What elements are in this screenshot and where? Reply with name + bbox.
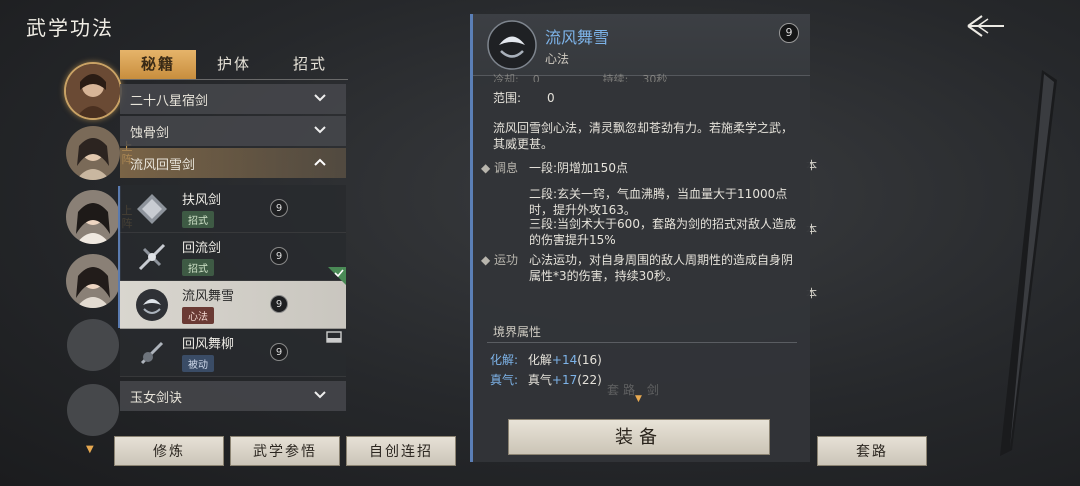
attr-total: (16): [577, 353, 602, 367]
skill-item-1[interactable]: 扶风剑 招式 9: [120, 185, 346, 233]
avatar-character-2[interactable]: [66, 126, 120, 180]
detail-scroll-down-icon[interactable]: ▼: [635, 394, 642, 404]
chevron-down-icon: [314, 94, 326, 102]
snow-wind-skill-icon: [134, 287, 170, 323]
category-label: 玉女剑诀: [130, 390, 183, 406]
breath-stage-3: 三段:当剑术大于600，套路为剑的招式对敌人造成的伤害提升15%: [529, 217, 796, 247]
avatar-slot-empty-1[interactable]: [67, 319, 119, 371]
page-title: 武学功法: [26, 16, 114, 40]
detail-skill-name: 流风舞雪: [545, 28, 610, 47]
breath-stage-1: 一段:阴增加150点: [529, 161, 628, 175]
attr-label: 化解: [527, 353, 552, 367]
skill-type-badge: 招式: [182, 259, 214, 276]
skill-type-badge: 心法: [182, 307, 214, 324]
category-row-2[interactable]: 蚀骨剑: [120, 116, 346, 146]
attr-row-2: 真气: 真气+17(22): [490, 372, 602, 388]
willow-wind-skill-icon: [134, 335, 170, 371]
back-button[interactable]: [964, 12, 1008, 40]
category-row-4[interactable]: 玉女剑诀: [120, 381, 346, 411]
category-label: 蚀骨剑: [130, 125, 170, 141]
train-button[interactable]: 修炼: [114, 436, 224, 466]
skill-type-badge: 被动: [182, 355, 214, 372]
skill-name: 流风舞雪: [182, 289, 235, 304]
detail-range-value: 0: [547, 91, 555, 105]
realm-divider: [487, 342, 797, 343]
category-label: 流风回雪剑: [130, 157, 196, 173]
skill-level-badge: 9: [270, 343, 288, 361]
back-arrow-icon: [967, 15, 1004, 37]
detail-cut-row: 冷却: 0 持续: 30秒: [493, 73, 668, 82]
circulate-section-label: ◆ 运功: [481, 253, 519, 267]
sword-skill-icon: [134, 191, 170, 227]
detail-header: 流风舞雪 心法 9: [473, 14, 810, 76]
avatar-character-3[interactable]: [66, 190, 120, 244]
detail-description: 流风回雪剑心法，清灵飘忽却苍劲有力。若施柔学之武，其威更甚。: [493, 121, 794, 151]
attr-row-1: 化解: 化解+14(16): [490, 352, 602, 368]
avatar-character-1[interactable]: [66, 64, 120, 118]
attr-plus: +17: [551, 373, 578, 387]
chevron-down-icon: [314, 126, 326, 134]
category-label: 二十八星宿剑: [130, 93, 209, 109]
detail-range-label: 范围:: [493, 91, 522, 105]
attr-key: 化解:: [490, 353, 519, 367]
skill-name: 扶风剑: [182, 193, 222, 208]
category-row-3[interactable]: 流风回雪剑: [120, 148, 346, 178]
sword-decoration-icon: [1000, 70, 1057, 456]
skill-item-4[interactable]: 回风舞柳 被动 9: [120, 329, 346, 377]
skill-level-badge: 9: [270, 247, 288, 265]
category-row-1[interactable]: 二十八星宿剑: [120, 84, 346, 114]
skill-level-badge: 9: [270, 295, 288, 313]
chevron-up-icon: [314, 158, 326, 166]
comprehend-button[interactable]: 武学参悟: [230, 436, 340, 466]
custom-combo-button[interactable]: 自创连招: [346, 436, 456, 466]
equipped-check-icon: [328, 267, 346, 285]
detail-skill-icon: [487, 20, 537, 70]
attr-total: (22): [577, 373, 602, 387]
circulate-label: 运功: [494, 253, 519, 267]
detail-skill-type: 心法: [545, 52, 570, 66]
tab-moves[interactable]: 招式: [272, 50, 348, 79]
sword-skill-icon: [134, 239, 170, 275]
detail-level-badge: 9: [779, 23, 799, 43]
avatar-slot-empty-2[interactable]: [67, 384, 119, 436]
skill-level-badge: 9: [270, 199, 288, 217]
skill-name: 回风舞柳: [182, 337, 235, 352]
skill-type-badge: 招式: [182, 211, 214, 228]
tab-bar: 秘籍 护体 招式: [120, 50, 348, 80]
attr-label: 真气: [527, 373, 552, 387]
attr-key: 真气:: [490, 373, 519, 387]
avatar-character-4[interactable]: [66, 254, 120, 308]
skill-item-2[interactable]: 回流剑 招式 9: [120, 233, 346, 281]
chevron-down-icon: [314, 391, 326, 399]
scroll-down-icon[interactable]: ▼: [86, 444, 94, 455]
circulate-text: 心法运功，对自身周围的敌人周期性的造成自身阴属性*3的伤害，持续30秒。: [529, 253, 794, 283]
bookmark-icon: [326, 331, 342, 343]
skill-item-3-selected[interactable]: 流风舞雪 心法 9: [120, 267, 346, 329]
breath-stage-2: 二段:玄关一窍，气血沸腾，当血量大于11000点时，提升外攻163。: [529, 187, 788, 217]
set-button[interactable]: 套路: [817, 436, 927, 466]
tab-body-guard[interactable]: 护体: [196, 50, 272, 79]
breath-section-label: ◆ 调息: [481, 161, 519, 175]
attr-plus: +14: [551, 353, 578, 367]
tab-secret-books[interactable]: 秘籍: [120, 50, 196, 79]
breath-label: 调息: [494, 161, 519, 175]
equip-button[interactable]: 装备: [508, 419, 770, 455]
skill-detail-panel: 流风舞雪 心法 9 冷却: 0 持续: 30秒 范围: 0 流风回雪剑心法，清灵…: [470, 14, 810, 462]
realm-title: 境界属性: [493, 325, 542, 339]
skill-name: 回流剑: [182, 241, 222, 256]
